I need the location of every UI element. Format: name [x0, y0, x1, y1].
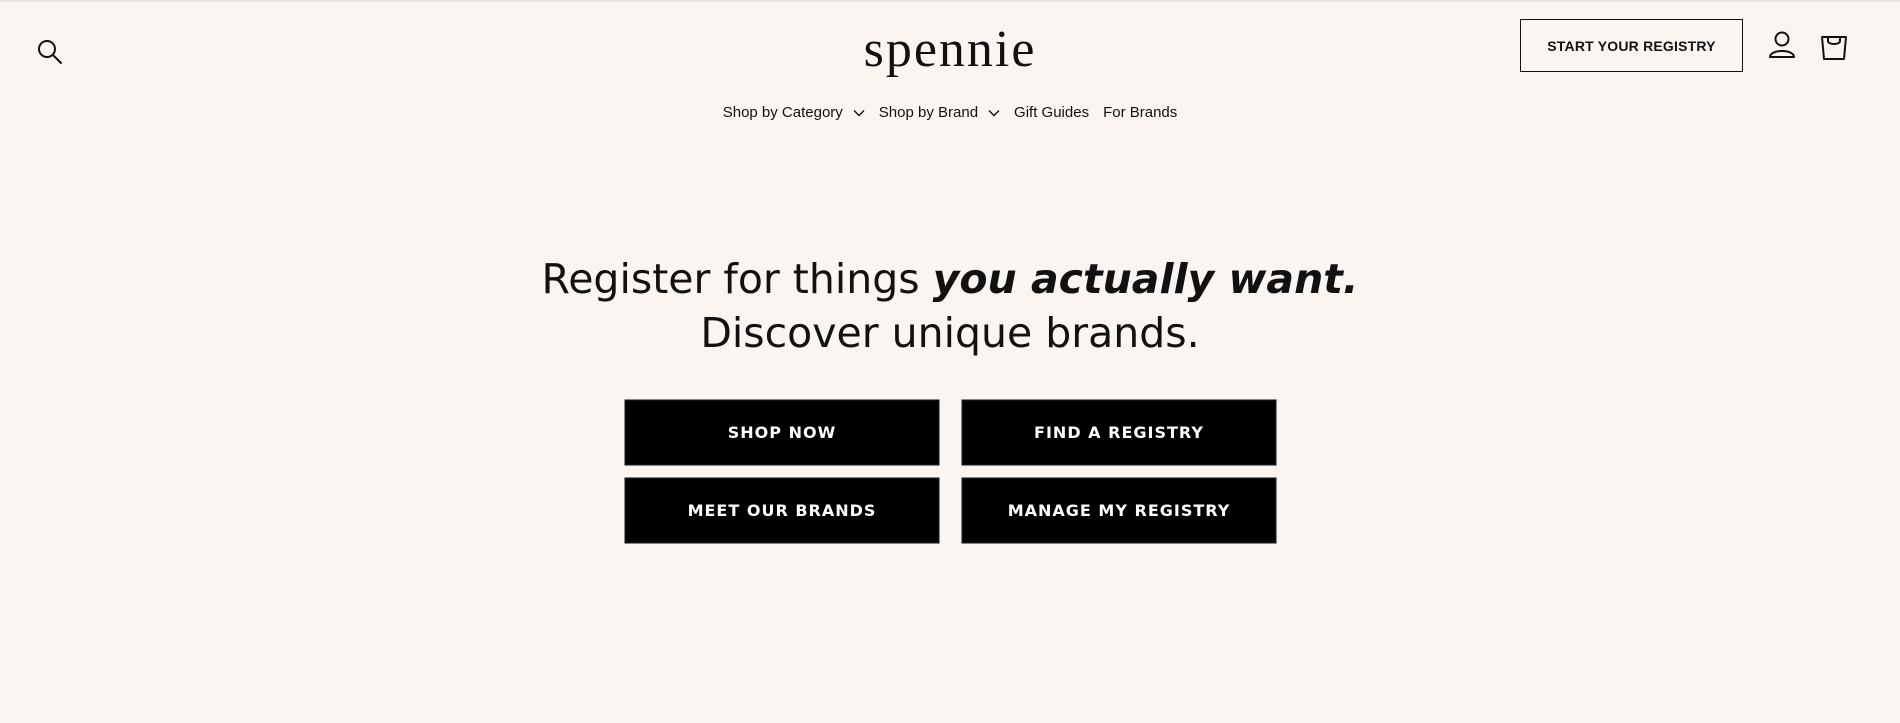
cart-button[interactable]	[1818, 30, 1850, 62]
hero-line-1: Register for things you actually want.	[0, 252, 1900, 306]
start-registry-button[interactable]: START YOUR REGISTRY	[1520, 19, 1743, 72]
hero-headline: Register for things you actually want. D…	[0, 252, 1900, 360]
main-nav: Shop by Category Shop by Brand Gift Guid…	[0, 104, 1900, 121]
manage-registry-button[interactable]: MANAGE MY REGISTRY	[963, 479, 1275, 542]
chevron-down-icon	[853, 109, 865, 116]
user-icon	[1769, 31, 1795, 58]
nav-item-label: Shop by Category	[722, 104, 843, 121]
nav-item-gift-guides[interactable]: Gift Guides	[1014, 104, 1089, 121]
chevron-down-icon	[988, 109, 1000, 116]
cart-icon	[1821, 36, 1847, 60]
meet-brands-button[interactable]: MEET OUR BRANDS	[626, 479, 938, 542]
nav-item-shop-by-category[interactable]: Shop by Category	[723, 104, 865, 121]
hero-line-1-plain: Register for things	[541, 255, 933, 303]
nav-item-label: Shop by Brand	[878, 104, 979, 121]
shop-now-button[interactable]: SHOP NOW	[626, 401, 938, 464]
top-divider	[0, 0, 1900, 2]
nav-item-for-brands[interactable]: For Brands	[1103, 104, 1177, 121]
logo-link[interactable]: spennie	[864, 21, 1037, 78]
nav-item-label: Gift Guides	[1014, 104, 1090, 121]
nav-item-label: For Brands	[1103, 104, 1178, 121]
hero-line-1-emphasis: you actually want.	[932, 255, 1359, 303]
find-registry-button[interactable]: FIND A REGISTRY	[963, 401, 1275, 464]
hero-line-2: Discover unique brands.	[700, 309, 1200, 357]
nav-item-shop-by-brand[interactable]: Shop by Brand	[879, 104, 1000, 121]
account-button[interactable]	[1767, 30, 1797, 60]
